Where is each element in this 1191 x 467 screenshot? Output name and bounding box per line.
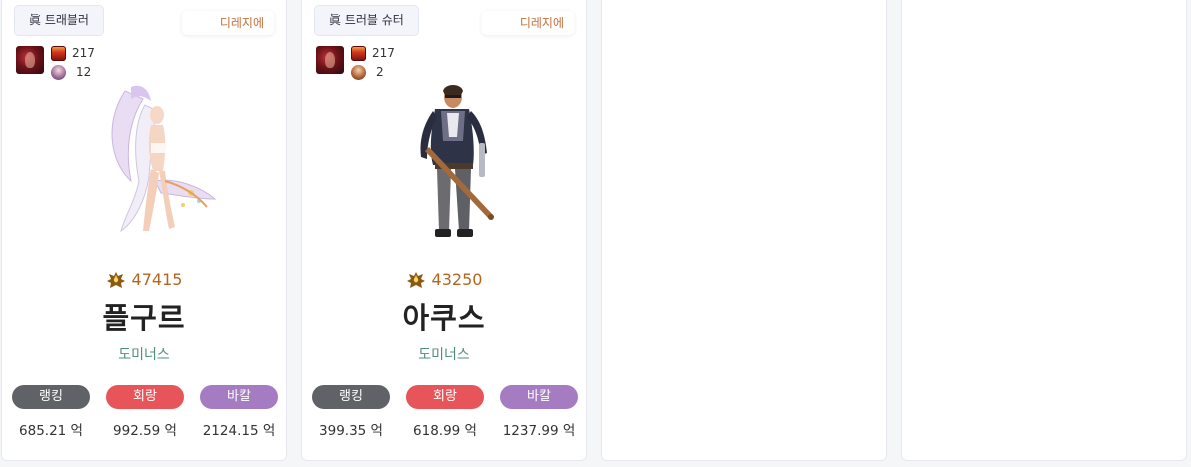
character-image [95, 81, 225, 241]
stat-line-weapon: 217 [351, 45, 395, 61]
stat-line-aura: 2 [351, 64, 384, 80]
adventure-name: 도미너스 [118, 347, 170, 363]
ranking-badge[interactable]: 랭킹 [312, 385, 390, 409]
fame-score: 47415 [2, 270, 286, 289]
buff-avatar-icon [316, 46, 344, 74]
bakal-badge[interactable]: 바칼 [500, 385, 578, 409]
stat-value: 2 [376, 65, 384, 79]
corridor-badge[interactable]: 회랑 [106, 385, 184, 409]
buff-avatar-icon [16, 46, 44, 74]
aura-icon [351, 64, 366, 80]
corridor-column: 회랑 992.59 억 [106, 385, 184, 439]
stat-value: 12 [76, 65, 92, 79]
server-tag: 디레지에 [181, 11, 274, 35]
empty-card-slot [601, 0, 887, 461]
fame-value: 43250 [431, 270, 483, 289]
server-tag: 디레지에 [481, 11, 574, 35]
stat-value: 217 [372, 46, 395, 60]
corridor-badge[interactable]: 회랑 [406, 385, 484, 409]
ranking-value: 399.35 억 [319, 423, 383, 439]
character-name[interactable]: 플구르 [2, 295, 286, 337]
ranking-value: 685.21 억 [19, 423, 83, 439]
job-tag: 眞 트래블러 [14, 5, 104, 36]
bakal-badge[interactable]: 바칼 [200, 385, 278, 409]
bakal-column: 바칼 2124.15 억 [200, 385, 278, 439]
corridor-column: 회랑 618.99 억 [406, 385, 484, 439]
fame-score: 43250 [302, 270, 586, 289]
fame-crest-icon [106, 271, 125, 288]
stat-line-weapon: 217 [51, 45, 95, 61]
bakal-column: 바칼 1237.99 억 [500, 385, 578, 439]
bakal-value: 2124.15 억 [202, 423, 276, 439]
character-name[interactable]: 아쿠스 [302, 295, 586, 337]
ranking-row: 랭킹 399.35 억 회랑 618.99 억 바칼 1237.99 억 [312, 385, 578, 439]
adventure-name: 도미너스 [418, 347, 470, 363]
corridor-value: 992.59 억 [113, 423, 177, 439]
ranking-column: 랭킹 399.35 억 [312, 385, 390, 439]
ranking-row: 랭킹 685.21 억 회랑 992.59 억 바칼 2124.15 억 [12, 385, 278, 439]
stat-line-aura: 12 [51, 64, 91, 80]
job-tag: 眞 트러블 슈터 [314, 5, 419, 36]
fame-value: 47415 [131, 270, 183, 289]
weapon-icon [51, 45, 66, 61]
ranking-column: 랭킹 685.21 억 [12, 385, 90, 439]
character-card[interactable]: 眞 트래블러 디레지에 217 12 47415 플구르 도미너스 랭킹 685… [1, 0, 287, 461]
fame-crest-icon [406, 271, 425, 288]
bakal-value: 1237.99 억 [502, 423, 576, 439]
ranking-badge[interactable]: 랭킹 [12, 385, 90, 409]
aura-icon [51, 64, 66, 80]
stat-value: 217 [72, 46, 95, 60]
empty-card-slot [901, 0, 1187, 461]
corridor-value: 618.99 억 [413, 423, 477, 439]
character-card[interactable]: 眞 트러블 슈터 디레지에 217 2 43250 아쿠스 도미너스 랭킹 39… [301, 0, 587, 461]
weapon-icon [351, 45, 366, 61]
character-card-grid: 眞 트래블러 디레지에 217 12 47415 플구르 도미너스 랭킹 685… [0, 0, 1191, 467]
character-image [395, 81, 525, 241]
